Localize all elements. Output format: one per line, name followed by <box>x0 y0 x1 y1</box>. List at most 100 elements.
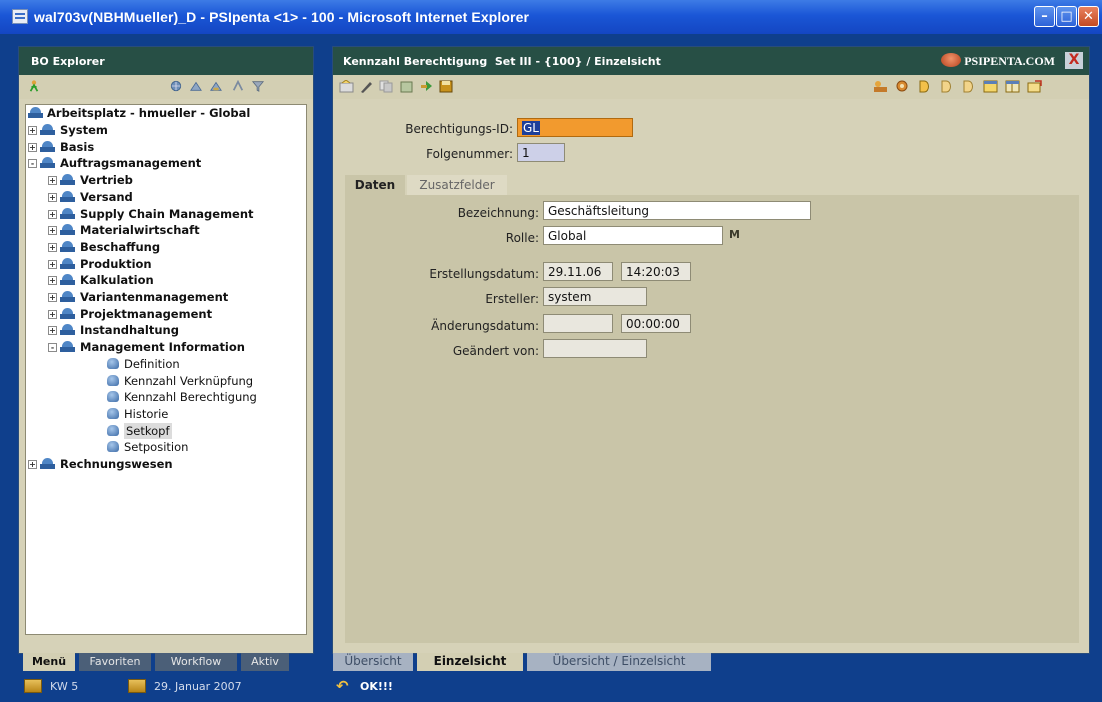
tree-item[interactable]: Setkopf <box>26 422 304 439</box>
aenderungsdatum-label: Änderungsdatum: <box>431 319 539 333</box>
bezeichnung-field[interactable]: Geschäftsleitung <box>543 201 811 220</box>
expand-icon[interactable]: + <box>48 226 57 236</box>
erstellungsdatum-time-field[interactable]: 14:20:03 <box>621 262 691 281</box>
tree-item[interactable]: - Auftragsmanagement <box>26 155 304 171</box>
folder-node-icon <box>60 257 76 271</box>
expand-icon[interactable]: + <box>48 242 57 252</box>
edit-pencil-icon[interactable] <box>359 80 374 93</box>
node-down-icon[interactable] <box>209 80 223 92</box>
minimize-button[interactable]: – <box>1034 6 1055 27</box>
tree-item[interactable]: + Instandhaltung <box>26 322 304 338</box>
aenderungsdatum-time-field[interactable]: 00:00:00 <box>621 314 691 333</box>
expand-icon[interactable]: + <box>48 276 57 286</box>
expand-icon[interactable]: + <box>48 192 57 202</box>
erstellungsdatum-date-field[interactable]: 29.11.06 <box>543 262 613 281</box>
tree-item[interactable]: + System <box>26 122 304 138</box>
expand-icon[interactable]: + <box>48 209 57 219</box>
settings-icon[interactable] <box>895 80 910 93</box>
workplace-icon <box>28 106 44 120</box>
berechtigungs-id-label: Berechtigungs-ID: <box>405 122 513 136</box>
tab-workflow[interactable]: Workflow <box>155 653 237 671</box>
rolle-label: Rolle: <box>505 231 539 245</box>
tab-daten[interactable]: Daten <box>345 175 405 195</box>
node-up-icon[interactable] <box>189 80 203 92</box>
expand-icon[interactable]: + <box>48 326 57 336</box>
close-window-button[interactable]: ✕ <box>1078 6 1099 27</box>
expand-icon[interactable]: + <box>28 142 37 152</box>
geaendert-von-field[interactable] <box>543 339 647 358</box>
folder-node-icon <box>60 323 76 337</box>
expand-icon[interactable]: + <box>48 259 57 269</box>
tab-favoriten[interactable]: Favoriten <box>79 653 151 671</box>
ersteller-field[interactable]: system <box>543 287 647 306</box>
tree-item[interactable]: - Management Information <box>26 339 304 355</box>
window-title-bar: wal703v(NBHMueller)_D - PSIpenta <1> - 1… <box>0 0 1102 34</box>
tree-item[interactable]: + Kalkulation <box>26 272 304 288</box>
navigation-tree: Arbeitsplatz - hmueller - Global + System… <box>25 104 307 635</box>
calendar-week-icon <box>24 679 42 693</box>
folgenummer-field[interactable]: 1 <box>517 143 565 162</box>
window-icon[interactable] <box>983 80 998 93</box>
tree-item[interactable]: + Produktion <box>26 256 304 272</box>
tree-item-label: Definition <box>124 356 180 371</box>
tree-item[interactable]: + Versand <box>26 189 304 205</box>
undo-arrow-icon[interactable]: ↶ <box>336 679 352 695</box>
tab-uebersicht[interactable]: Übersicht <box>333 653 413 671</box>
globe-icon[interactable] <box>169 80 183 92</box>
window-split-icon[interactable] <box>1005 80 1020 93</box>
users-icon[interactable] <box>873 80 888 93</box>
status-message: OK!!! <box>360 680 393 693</box>
tab-menu[interactable]: Menü <box>23 653 75 671</box>
tree-item-label: Setposition <box>124 440 189 455</box>
tab-einzelsicht[interactable]: Einzelsicht <box>417 653 523 671</box>
close-detail-button[interactable]: X <box>1065 52 1083 69</box>
tree-item[interactable]: + Variantenmanagement <box>26 289 304 305</box>
expand-icon[interactable]: + <box>48 176 57 186</box>
berechtigungs-id-field[interactable]: GL <box>517 118 633 137</box>
tree-item-label: Vertrieb <box>80 173 133 188</box>
tree-item[interactable]: + Supply Chain Management <box>26 206 304 222</box>
refresh-icon[interactable] <box>419 80 434 93</box>
tree-item[interactable]: + Basis <box>26 139 304 155</box>
tree-item[interactable]: Definition <box>26 356 304 372</box>
paste-icon[interactable] <box>399 80 414 93</box>
tree-collapse-icon[interactable] <box>231 80 245 92</box>
leaf-node-icon <box>106 390 121 404</box>
tree-item[interactable]: + Rechnungswesen <box>26 456 304 472</box>
nav-next-icon[interactable] <box>961 80 976 93</box>
folder-node-icon <box>60 173 76 187</box>
tree-item[interactable]: Kennzahl Verknüpfung <box>26 373 304 389</box>
copy-icon[interactable] <box>379 80 394 93</box>
tab-aktiv[interactable]: Aktiv <box>241 653 289 671</box>
tree-item[interactable]: + Beschaffung <box>26 239 304 255</box>
save-icon[interactable] <box>439 80 454 93</box>
expand-icon[interactable]: + <box>28 126 37 135</box>
collapse-icon[interactable]: - <box>28 159 37 169</box>
filter-icon[interactable] <box>251 80 265 92</box>
person-icon[interactable] <box>27 80 41 92</box>
expand-icon[interactable]: + <box>48 309 57 319</box>
tree-item[interactable]: Kennzahl Berechtigung <box>26 389 304 405</box>
tab-zusatzfelder[interactable]: Zusatzfelder <box>407 175 507 195</box>
collapse-icon[interactable]: - <box>48 343 57 353</box>
tree-item[interactable]: + Projektmanagement <box>26 306 304 322</box>
tree-item[interactable]: + Vertrieb <box>26 172 304 188</box>
tree-item-label: Supply Chain Management <box>80 206 254 221</box>
tree-item[interactable]: Setposition <box>26 439 304 455</box>
bezeichnung-label: Bezeichnung: <box>457 206 539 220</box>
tree-item[interactable]: Historie <box>26 406 304 422</box>
leaf-node-icon <box>106 374 121 388</box>
rolle-lookup-icon[interactable]: M <box>729 228 743 242</box>
folder-node-icon <box>40 457 56 471</box>
nav-prev-icon[interactable] <box>939 80 954 93</box>
new-record-icon[interactable] <box>339 80 354 93</box>
aenderungsdatum-date-field[interactable] <box>543 314 613 333</box>
rolle-field[interactable]: Global <box>543 226 723 245</box>
tab-uebersicht-einzelsicht[interactable]: Übersicht / Einzelsicht <box>527 653 711 671</box>
maximize-button[interactable]: □ <box>1056 6 1077 27</box>
nav-first-icon[interactable] <box>917 80 932 93</box>
tree-item[interactable]: + Materialwirtschaft <box>26 222 304 238</box>
expand-icon[interactable]: + <box>28 460 37 469</box>
expand-icon[interactable]: + <box>48 293 57 302</box>
export-icon[interactable] <box>1027 80 1042 93</box>
